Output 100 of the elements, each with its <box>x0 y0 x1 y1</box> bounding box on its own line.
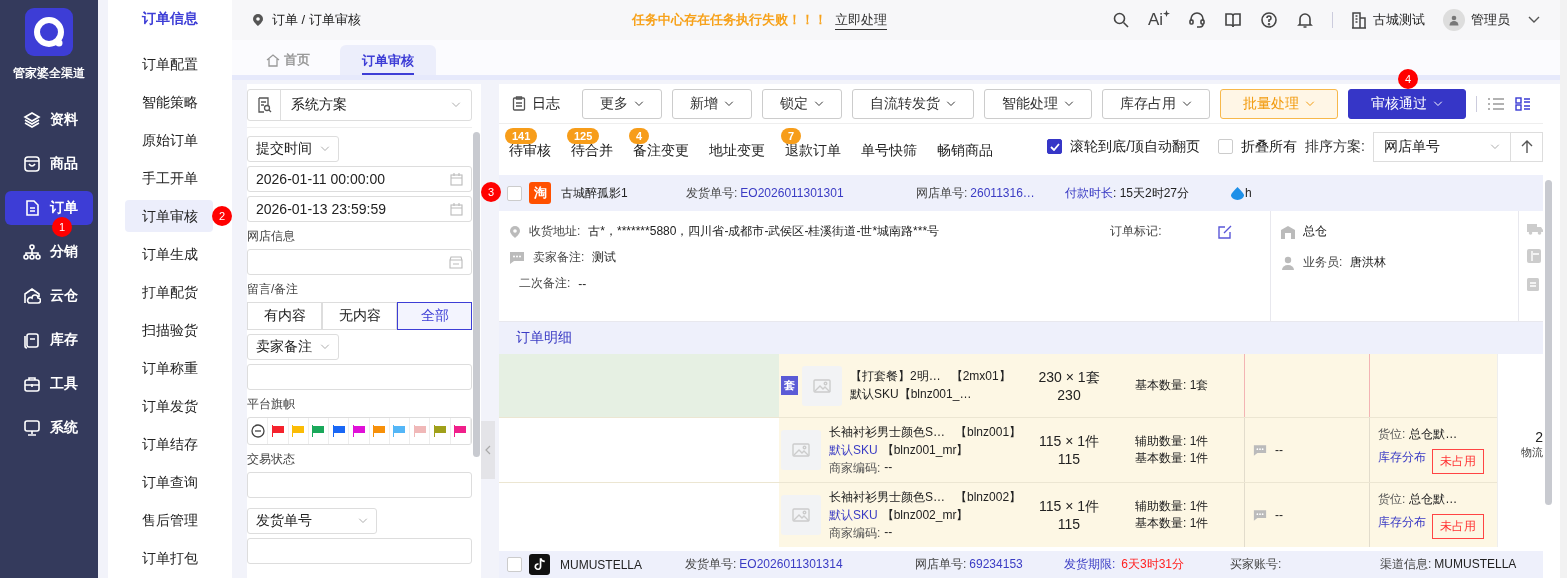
trade-status-field[interactable] <box>247 472 472 498</box>
flag-icon[interactable] <box>372 425 387 437</box>
field-value: MUMUSTELLA <box>1434 557 1517 571</box>
submenu-item[interactable]: 手工开单 <box>125 162 213 194</box>
submenu-item[interactable]: 打单配货 <box>125 276 213 308</box>
book-icon[interactable] <box>1224 11 1242 29</box>
submenu-item[interactable]: 智能策略 <box>125 86 213 118</box>
submenu-item[interactable]: 订单查询 <box>125 466 213 498</box>
remark-field[interactable] <box>247 364 472 390</box>
field-label: 网店信息 <box>247 228 296 245</box>
sort-select[interactable]: 网店单号 <box>1373 131 1511 162</box>
arrow-up-icon <box>1520 139 1533 154</box>
edit-icon[interactable] <box>1218 224 1233 239</box>
sku-link[interactable]: 默认SKU <box>829 441 878 459</box>
stock-distribution-link[interactable]: 库存分布 <box>1378 449 1426 474</box>
quick-filter-tab[interactable]: 畅销商品 <box>937 141 993 160</box>
user-name[interactable]: 管理员 <box>1471 11 1510 29</box>
field-value[interactable]: EO2026011301301 <box>740 185 844 200</box>
flag-icon[interactable] <box>453 425 468 437</box>
toolbar-button[interactable]: 审核通过 <box>1348 88 1466 119</box>
page-tab[interactable]: 订单审核 <box>340 45 436 75</box>
nav-item[interactable]: 库存 <box>5 323 93 357</box>
step-marker: 2 <box>212 206 232 226</box>
flag-icon[interactable] <box>433 425 447 437</box>
no-flag-icon[interactable] <box>250 424 265 438</box>
collapse-handle[interactable] <box>481 421 495 479</box>
field-value[interactable]: 69234153 <box>969 557 1023 571</box>
company-name[interactable]: 古城测试 <box>1373 11 1425 29</box>
toolbar-button[interactable]: 智能处理 <box>984 88 1092 119</box>
quick-filter-tab[interactable]: 退款订单 <box>785 141 841 160</box>
chevron-down-icon[interactable] <box>1528 16 1540 24</box>
start-date-field[interactable]: 2026-01-11 00:00:00 <box>247 166 472 192</box>
clipboard-icon[interactable] <box>1527 277 1539 291</box>
toolbar-button[interactable]: 新增 <box>672 88 752 119</box>
memo-option[interactable]: 无内容 <box>322 302 397 330</box>
nav-item[interactable]: 系统 <box>5 411 93 445</box>
memo-option[interactable]: 有内容 <box>247 302 322 330</box>
submenu-item[interactable]: 订单配置 <box>125 48 213 80</box>
nav-item[interactable]: 资料 <box>5 103 93 137</box>
card-view-icon[interactable] <box>1515 96 1531 111</box>
submenu-item[interactable]: 订单打包 <box>125 542 213 574</box>
toolbar-button[interactable]: 库存占用 <box>1102 88 1210 119</box>
sku-link[interactable]: 默认SKU <box>829 506 878 524</box>
shipping-address: 古*，*******5880，四川省-成都市-武侯区-桂溪街道-世*城南路***号 <box>588 223 941 240</box>
toolbar-button[interactable]: 锁定 <box>762 88 842 119</box>
list-view-icon[interactable] <box>1487 96 1505 111</box>
ai-assistant-button[interactable]: Ai <box>1147 10 1170 30</box>
field-label: 收货地址: <box>529 223 581 240</box>
flag-icon[interactable] <box>270 425 285 437</box>
field-value[interactable]: 26011316… <box>970 185 1035 200</box>
submenu-item[interactable]: 原始订单 <box>125 124 213 156</box>
submenu-item[interactable]: 订单称重 <box>125 352 213 384</box>
log-button[interactable]: 日志 <box>512 94 560 113</box>
nav-item[interactable]: 云仓 <box>5 279 93 313</box>
submenu-item[interactable]: 订单发货 <box>125 390 213 422</box>
base-quantity: 基本数量: 1件 <box>1135 450 1209 467</box>
monitor-icon <box>23 419 41 437</box>
number-type-select[interactable]: 发货单号 <box>247 508 377 534</box>
field-label: 留言/备注 <box>247 281 300 298</box>
toolbar-button[interactable]: 自流转发货 <box>852 88 974 119</box>
checkbox[interactable] <box>1047 139 1063 155</box>
submenu-item[interactable]: 订单审核 <box>125 200 213 232</box>
submenu-item[interactable]: 扫描验货 <box>125 314 213 346</box>
panel-icon[interactable] <box>1527 249 1541 263</box>
submenu-item[interactable]: 订单生成 <box>125 238 213 270</box>
number-field[interactable] <box>247 538 472 564</box>
quick-filter-tab[interactable]: 待合并 <box>571 141 613 160</box>
time-field-select[interactable]: 提交时间 <box>247 136 339 162</box>
search-icon[interactable] <box>1111 11 1130 29</box>
nav-item[interactable]: 工具 <box>5 367 93 401</box>
flag-icon[interactable] <box>392 425 407 437</box>
quick-filter-tab[interactable]: 备注变更 <box>633 141 689 160</box>
nav-item[interactable]: 分销 <box>5 235 93 269</box>
count-badge: 141 <box>505 127 538 144</box>
flag-icon[interactable] <box>311 425 326 437</box>
nav-item[interactable]: 商品 <box>5 147 93 181</box>
truck-icon[interactable] <box>1527 223 1543 235</box>
help-icon[interactable] <box>1260 11 1278 29</box>
calendar-icon <box>450 202 463 216</box>
submenu-item[interactable]: 订单结存 <box>125 428 213 460</box>
handle-now-link[interactable]: 立即处理 <box>835 10 887 30</box>
quick-filter-tab[interactable]: 待审核 <box>509 141 551 160</box>
toolbar-button[interactable]: 更多 <box>582 88 662 119</box>
field-value[interactable]: EO2026011301314 <box>739 557 843 571</box>
sort-direction-button[interactable] <box>1511 131 1543 162</box>
shop-field[interactable] <box>247 249 472 275</box>
stock-distribution-link[interactable]: 库存分布 <box>1378 514 1426 539</box>
submenu-item[interactable]: 售后管理 <box>125 504 213 536</box>
end-date-field[interactable]: 2026-01-13 23:59:59 <box>247 196 472 222</box>
notification-bell-icon[interactable] <box>1296 11 1314 29</box>
caret-icon <box>1433 100 1443 107</box>
quick-filter-tab[interactable]: 单号快筛 <box>861 141 917 160</box>
image-placeholder-icon <box>781 430 821 470</box>
flag-icon[interactable] <box>331 425 346 437</box>
remark-type-select[interactable]: 卖家备注 <box>247 334 339 360</box>
memo-option[interactable]: 全部 <box>397 302 472 330</box>
headset-icon[interactable] <box>1188 11 1206 29</box>
quick-filter-tab[interactable]: 地址变更 <box>709 141 765 160</box>
flag-icon[interactable] <box>351 425 366 437</box>
scheme-select[interactable]: 系统方案 <box>247 89 472 121</box>
